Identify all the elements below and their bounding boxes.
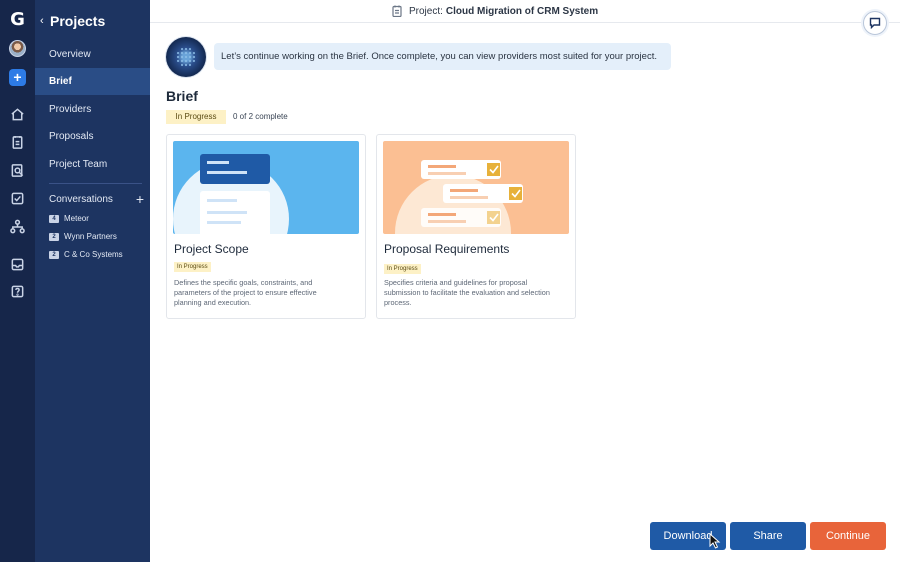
chat-button[interactable] [863,11,887,35]
conversation-count-badge: 4 [49,214,59,223]
project-breadcrumb: Project: Cloud Migration of CRM System [392,5,598,17]
search-document-icon[interactable] [9,162,26,179]
home-icon[interactable] [9,106,26,123]
share-button[interactable]: Share [730,522,806,550]
card-description: Specifies criteria and guidelines for pr… [384,278,550,307]
project-prefix: Project: [409,5,443,17]
card-project-scope[interactable]: Project Scope In Progress Defines the sp… [166,134,366,319]
progress-count: 0 of 2 complete [233,112,288,121]
proposal-requirements-illustration [383,141,569,234]
card-description: Defines the specific goals, constraints,… [174,278,317,307]
chevron-left-icon: ‹ [40,15,44,27]
chat-icon [869,17,881,29]
help-icon[interactable] [9,283,26,300]
assistant-avatar [166,37,206,77]
conversations-header: Conversations + [49,192,144,206]
conversation-name: Wynn Partners [64,232,117,241]
create-new-button[interactable]: + [9,69,26,86]
org-chart-icon[interactable] [9,218,26,235]
sidebar-title: Projects [50,13,106,29]
status-badge: In Progress [384,264,421,274]
inbox-icon[interactable] [9,256,26,273]
project-scope-illustration [173,141,359,234]
sidebar-item-providers[interactable]: Providers [35,96,150,123]
assistant-message: Let’s continue working on the Brief. Onc… [214,43,671,70]
conversation-name: C & Co Systems [64,250,123,259]
checkbox-icon[interactable] [9,190,26,207]
conversation-count-badge: 2 [49,250,59,259]
app-logo[interactable]: G [9,9,26,30]
project-sidebar: ‹ Projects Overview Brief Providers Prop… [35,0,150,562]
conversation-name: Meteor [64,214,89,223]
conversation-item[interactable]: 2 Wynn Partners [49,232,117,241]
user-avatar[interactable] [9,40,26,57]
card-title: Project Scope [174,242,249,256]
sidebar-item-brief[interactable]: Brief [35,68,150,95]
document-icon[interactable] [9,134,26,151]
continue-button[interactable]: Continue [810,522,886,550]
sidebar-divider [49,183,142,184]
icon-rail: G + [0,0,35,562]
document-icon [392,5,402,17]
conversation-item[interactable]: 4 Meteor [49,214,89,223]
status-badge: In Progress [174,262,211,272]
top-bar: Project: Cloud Migration of CRM System [150,0,900,23]
conversation-count-badge: 2 [49,232,59,241]
add-conversation-icon[interactable]: + [136,192,144,206]
back-to-projects[interactable]: ‹ Projects [35,12,150,30]
sidebar-item-overview[interactable]: Overview [35,41,150,68]
card-title: Proposal Requirements [384,242,510,256]
status-badge: In Progress [166,110,226,124]
page-title: Brief [166,88,198,104]
mouse-cursor-icon [709,533,721,549]
conversation-item[interactable]: 2 C & Co Systems [49,250,123,259]
card-proposal-requirements[interactable]: Proposal Requirements In Progress Specif… [376,134,576,319]
sidebar-item-project-team[interactable]: Project Team [35,151,150,178]
project-name: Cloud Migration of CRM System [445,5,599,17]
conversations-label: Conversations [49,193,113,205]
sidebar-item-proposals[interactable]: Proposals [35,123,150,150]
